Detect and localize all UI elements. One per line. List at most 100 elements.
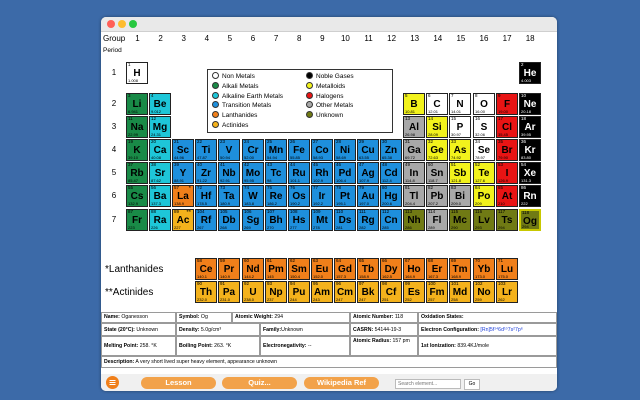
element-cell-yb[interactable]: 70 Yb 173.0 — [473, 258, 495, 280]
element-cell-pb[interactable]: 82 Pb 207.2 — [426, 185, 448, 207]
element-cell-hg[interactable]: 80 Hg 200.6 — [380, 185, 402, 207]
element-cell-ni[interactable]: 28 Ni 58.69 — [334, 139, 356, 161]
element-cell-sm[interactable]: 62 Sm 150.4 — [288, 258, 310, 280]
element-cell-ge[interactable]: 32 Ge 72.63 — [426, 139, 448, 161]
element-cell-as[interactable]: 33 As 74.92 — [449, 139, 471, 161]
element-cell-h[interactable]: 1 H 1.008 — [126, 62, 148, 84]
element-cell-sr[interactable]: 38 Sr 87.62 — [149, 162, 171, 184]
element-cell-pu[interactable]: 94 Pu 244 — [288, 281, 310, 303]
element-cell-he[interactable]: 2 He 4.003 — [519, 62, 541, 84]
element-cell-am[interactable]: 95 Am 243 — [311, 281, 333, 303]
element-cell-bh[interactable]: 107 Bh 270 — [265, 209, 287, 231]
element-cell-cn[interactable]: 112 Cn 285 — [380, 209, 402, 231]
element-cell-md[interactable]: 101 Md 258 — [449, 281, 471, 303]
element-cell-eu[interactable]: 63 Eu 152.0 — [311, 258, 333, 280]
element-cell-f[interactable]: 9 F 19.00 — [496, 93, 518, 115]
element-cell-ti[interactable]: 22 Ti 47.87 — [195, 139, 217, 161]
search-input[interactable] — [395, 379, 461, 389]
element-cell-tb[interactable]: 65 Tb 158.9 — [357, 258, 379, 280]
element-cell-s[interactable]: 16 S 32.06 — [473, 116, 495, 138]
element-cell-in[interactable]: 49 In 114.8 — [403, 162, 425, 184]
element-cell-ac[interactable]: 89 Ac 227 ** — [172, 209, 194, 231]
element-cell-rf[interactable]: 104 Rf 267 — [195, 209, 217, 231]
element-cell-np[interactable]: 93 Np 237 — [265, 281, 287, 303]
element-cell-ar[interactable]: 18 Ar 39.95 — [519, 116, 541, 138]
zoom-window-button[interactable] — [129, 20, 137, 28]
element-cell-db[interactable]: 105 Db 268 — [218, 209, 240, 231]
element-cell-pa[interactable]: 91 Pa 231.0 — [218, 281, 240, 303]
minimize-window-button[interactable] — [118, 20, 126, 28]
element-cell-ho[interactable]: 67 Ho 164.9 — [403, 258, 425, 280]
element-cell-ds[interactable]: 110 Ds 281 — [334, 209, 356, 231]
element-cell-mt[interactable]: 109 Mt 278 — [311, 209, 333, 231]
menu-button[interactable] — [106, 376, 119, 389]
element-cell-ru[interactable]: 44 Ru 101.1 — [288, 162, 310, 184]
lesson-button[interactable]: Lesson — [141, 377, 216, 389]
element-cell-rh[interactable]: 45 Rh 102.9 — [311, 162, 333, 184]
element-cell-pr[interactable]: 59 Pr 140.9 — [218, 258, 240, 280]
element-cell-p[interactable]: 15 P 30.97 — [449, 116, 471, 138]
element-cell-re[interactable]: 75 Re 186.2 — [265, 185, 287, 207]
element-cell-au[interactable]: 79 Au 197.0 — [357, 185, 379, 207]
element-cell-i[interactable]: 53 I 126.9 — [496, 162, 518, 184]
element-cell-pt[interactable]: 78 Pt 195.1 — [334, 185, 356, 207]
element-cell-la[interactable]: 57 La 138.9 * — [172, 185, 194, 207]
element-cell-al[interactable]: 13 Al 26.98 — [403, 116, 425, 138]
wikipedia-ref-button[interactable]: Wikipedia Ref — [304, 377, 379, 389]
element-cell-os[interactable]: 76 Os 190.2 — [288, 185, 310, 207]
element-cell-at[interactable]: 85 At 210 — [496, 185, 518, 207]
element-cell-er[interactable]: 68 Er 167.3 — [426, 258, 448, 280]
element-cell-fe[interactable]: 26 Fe 55.85 — [288, 139, 310, 161]
element-cell-nd[interactable]: 60 Nd 144.2 — [242, 258, 264, 280]
element-cell-th[interactable]: 90 Th 232.0 — [195, 281, 217, 303]
element-cell-w[interactable]: 74 W 183.8 — [242, 185, 264, 207]
element-cell-u[interactable]: 92 U 238.0 — [242, 281, 264, 303]
element-cell-fl[interactable]: 114 Fl 289 — [426, 209, 448, 231]
element-cell-tc[interactable]: 43 Tc 98 — [265, 162, 287, 184]
element-cell-n[interactable]: 7 N 14.01 — [449, 93, 471, 115]
element-cell-lr[interactable]: 103 Lr 262 — [496, 281, 518, 303]
element-cell-sb[interactable]: 51 Sb 121.8 — [449, 162, 471, 184]
element-cell-sn[interactable]: 50 Sn 118.7 — [426, 162, 448, 184]
element-cell-b[interactable]: 5 B 10.81 — [403, 93, 425, 115]
element-cell-o[interactable]: 8 O 16.00 — [473, 93, 495, 115]
element-cell-sc[interactable]: 21 Sc 44.96 — [172, 139, 194, 161]
element-cell-li[interactable]: 3 Li 6.941 — [126, 93, 148, 115]
element-cell-no[interactable]: 102 No 259 — [473, 281, 495, 303]
element-cell-se[interactable]: 34 Se 78.97 — [473, 139, 495, 161]
element-cell-cl[interactable]: 17 Cl 35.45 — [496, 116, 518, 138]
element-cell-br[interactable]: 35 Br 79.90 — [496, 139, 518, 161]
element-cell-ne[interactable]: 10 Ne 20.18 — [519, 93, 541, 115]
element-cell-ca[interactable]: 20 Ca 40.08 — [149, 139, 171, 161]
element-cell-gd[interactable]: 64 Gd 157.3 — [334, 258, 356, 280]
element-cell-cs[interactable]: 55 Cs 132.9 — [126, 185, 148, 207]
element-cell-rb[interactable]: 37 Rb 85.47 — [126, 162, 148, 184]
element-cell-zn[interactable]: 30 Zn 65.38 — [380, 139, 402, 161]
element-cell-ir[interactable]: 77 Ir 192.2 — [311, 185, 333, 207]
element-cell-zr[interactable]: 40 Zr 91.22 — [195, 162, 217, 184]
element-cell-ra[interactable]: 88 Ra 226 — [149, 209, 171, 231]
element-cell-fr[interactable]: 87 Fr 223 — [126, 209, 148, 231]
element-cell-rn[interactable]: 86 Rn 222 — [519, 185, 541, 207]
element-cell-nh[interactable]: 113 Nh 286 — [403, 209, 425, 231]
element-cell-ag[interactable]: 47 Ag 107.9 — [357, 162, 379, 184]
element-cell-kr[interactable]: 36 Kr 83.80 — [519, 139, 541, 161]
element-cell-cr[interactable]: 24 Cr 52.00 — [242, 139, 264, 161]
element-cell-bi[interactable]: 83 Bi 209.0 — [449, 185, 471, 207]
element-cell-c[interactable]: 6 C 12.01 — [426, 93, 448, 115]
element-cell-tl[interactable]: 81 Tl 204.4 — [403, 185, 425, 207]
element-cell-ce[interactable]: 58 Ce 140.1 — [195, 258, 217, 280]
element-cell-mn[interactable]: 25 Mn 54.94 — [265, 139, 287, 161]
element-cell-cu[interactable]: 29 Cu 63.55 — [357, 139, 379, 161]
element-cell-sg[interactable]: 106 Sg 269 — [242, 209, 264, 231]
element-cell-og[interactable]: 118 Og 294 — [519, 209, 541, 231]
search-go-button[interactable]: Go — [464, 379, 480, 390]
element-cell-rg[interactable]: 111 Rg 282 — [357, 209, 379, 231]
element-cell-es[interactable]: 99 Es 252 — [403, 281, 425, 303]
element-cell-hf[interactable]: 72 Hf 178.5 — [195, 185, 217, 207]
quiz-button[interactable]: Quiz... — [222, 377, 297, 389]
element-cell-cf[interactable]: 98 Cf 251 — [380, 281, 402, 303]
element-cell-mg[interactable]: 12 Mg 24.31 — [149, 116, 171, 138]
element-cell-bk[interactable]: 97 Bk 247 — [357, 281, 379, 303]
element-cell-na[interactable]: 11 Na 22.99 — [126, 116, 148, 138]
